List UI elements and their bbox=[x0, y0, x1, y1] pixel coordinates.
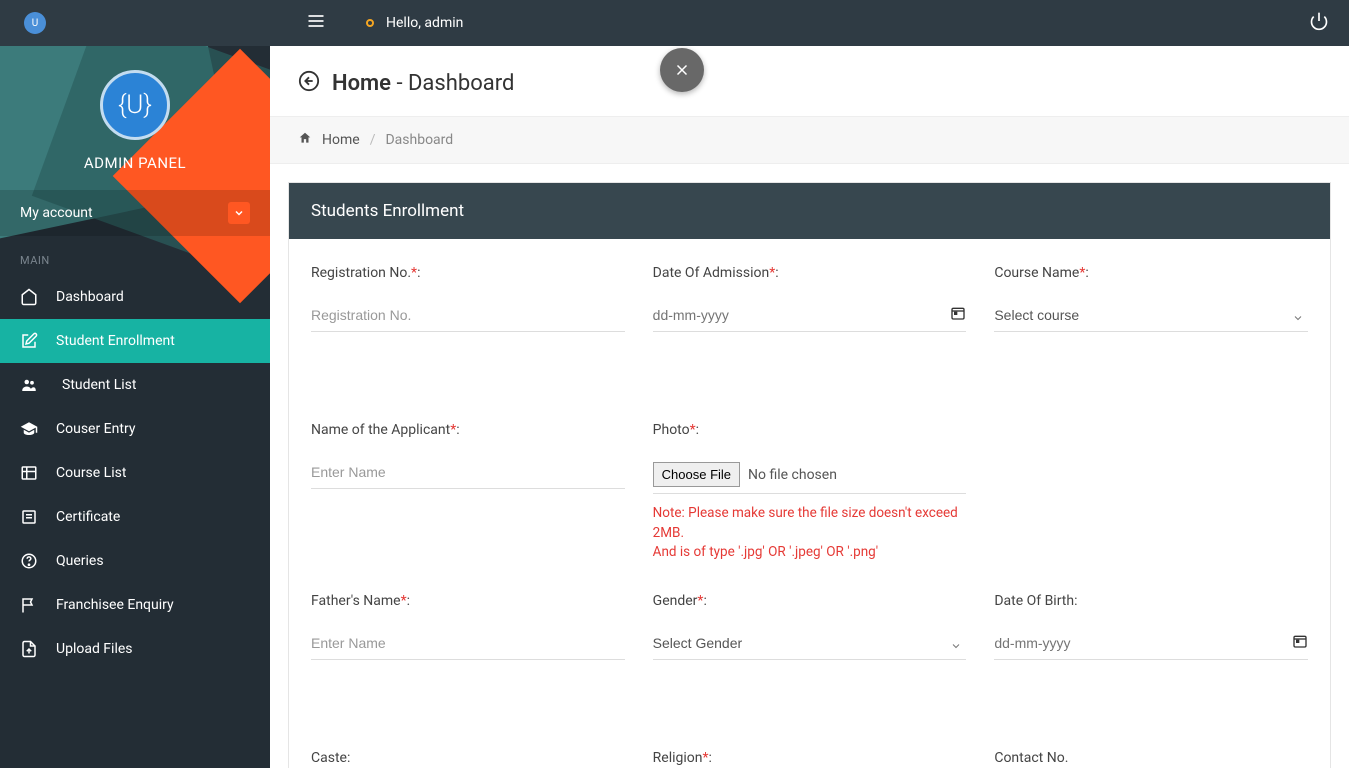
nav-label: Upload Files bbox=[56, 641, 133, 657]
sidebar-section-main: MAIN bbox=[0, 236, 270, 275]
applicant-name-label: Name of the Applicant*: bbox=[311, 422, 625, 438]
topbar: U Hello, admin bbox=[0, 0, 1349, 46]
nav-label: Certificate bbox=[56, 509, 120, 525]
dob-input[interactable] bbox=[994, 627, 1292, 659]
gender-select[interactable]: Select Gender bbox=[653, 627, 967, 660]
nav-upload-files[interactable]: Upload Files bbox=[0, 627, 270, 671]
sidebar-nav: Dashboard Student Enrollment Student Lis… bbox=[0, 275, 270, 671]
contact-label: Contact No. bbox=[994, 750, 1308, 766]
nav-label: Course List bbox=[56, 465, 126, 481]
nav-student-list[interactable]: Student List bbox=[0, 363, 270, 407]
breadcrumb-separator: / bbox=[370, 132, 376, 148]
nav-label: Queries bbox=[56, 553, 104, 569]
home-icon bbox=[298, 131, 312, 149]
photo-label: Photo*: bbox=[653, 422, 967, 438]
nav-course-entry[interactable]: Couser Entry bbox=[0, 407, 270, 451]
father-name-label: Father's Name*: bbox=[311, 593, 625, 609]
upload-icon bbox=[20, 640, 40, 658]
power-button[interactable] bbox=[1309, 11, 1329, 35]
menu-toggle-icon[interactable] bbox=[306, 11, 326, 35]
nav-dashboard[interactable]: Dashboard bbox=[0, 275, 270, 319]
nav-franchisee-enquiry[interactable]: Franchisee Enquiry bbox=[0, 583, 270, 627]
status-dot-icon bbox=[366, 19, 374, 27]
nav-label: Franchisee Enquiry bbox=[56, 597, 174, 613]
brand-logo: {U} bbox=[100, 70, 170, 140]
breadcrumb-home[interactable]: Home bbox=[322, 132, 360, 148]
greeting-text: Hello, admin bbox=[386, 15, 463, 31]
certificate-icon bbox=[20, 508, 40, 526]
users-icon bbox=[20, 376, 40, 394]
page-title: Home - Dashboard bbox=[332, 71, 514, 96]
close-fab[interactable] bbox=[660, 48, 704, 92]
nav-label: Student Enrollment bbox=[56, 333, 175, 349]
sidebar: {U} ADMIN PANEL My account MAIN Dashboar… bbox=[0, 46, 270, 768]
help-icon bbox=[20, 552, 40, 570]
date-of-admission-input[interactable] bbox=[653, 299, 951, 331]
flag-icon bbox=[20, 596, 40, 614]
gender-label: Gender*: bbox=[653, 593, 967, 609]
calendar-icon[interactable] bbox=[1292, 633, 1308, 653]
card-title: Students Enrollment bbox=[289, 183, 1330, 239]
choose-file-button[interactable]: Choose File bbox=[653, 462, 740, 487]
registration-input[interactable] bbox=[311, 299, 625, 332]
course-label: Course Name*: bbox=[994, 265, 1308, 281]
home-icon bbox=[20, 288, 40, 306]
course-select[interactable]: Select course bbox=[994, 299, 1308, 332]
nav-label: Couser Entry bbox=[56, 421, 135, 437]
main-content: Home - Dashboard Home / Dashboard Studen… bbox=[270, 46, 1349, 768]
nav-certificate[interactable]: Certificate bbox=[0, 495, 270, 539]
reg-label: Registration No.*: bbox=[311, 265, 625, 281]
chevron-down-icon bbox=[228, 202, 250, 224]
nav-queries[interactable]: Queries bbox=[0, 539, 270, 583]
breadcrumb: Home / Dashboard bbox=[270, 117, 1349, 164]
nav-label: Student List bbox=[62, 377, 136, 393]
applicant-name-input[interactable] bbox=[311, 456, 625, 489]
app-logo: U bbox=[24, 12, 46, 34]
enrollment-card: Students Enrollment Registration No.*: D… bbox=[288, 182, 1331, 768]
doa-label: Date Of Admission*: bbox=[653, 265, 967, 281]
back-button[interactable] bbox=[298, 70, 320, 96]
religion-label: Religion*: bbox=[653, 750, 967, 766]
nav-label: Dashboard bbox=[56, 289, 124, 305]
breadcrumb-current: Dashboard bbox=[385, 132, 453, 148]
edit-icon bbox=[20, 332, 40, 350]
page-header: Home - Dashboard bbox=[270, 46, 1349, 117]
my-account-toggle[interactable]: My account bbox=[0, 190, 270, 236]
sidebar-header: {U} ADMIN PANEL bbox=[0, 46, 270, 190]
list-icon bbox=[20, 464, 40, 482]
admin-panel-label: ADMIN PANEL bbox=[0, 154, 270, 172]
file-note: Note: Please make sure the file size doe… bbox=[653, 504, 967, 563]
file-chosen-text: No file chosen bbox=[748, 467, 837, 483]
caste-label: Caste: bbox=[311, 750, 625, 766]
father-name-input[interactable] bbox=[311, 627, 625, 660]
graduation-icon bbox=[20, 420, 40, 438]
my-account-label: My account bbox=[20, 205, 93, 221]
dob-label: Date Of Birth: bbox=[994, 593, 1308, 609]
calendar-icon[interactable] bbox=[950, 305, 966, 325]
nav-course-list[interactable]: Course List bbox=[0, 451, 270, 495]
nav-student-enrollment[interactable]: Student Enrollment bbox=[0, 319, 270, 363]
